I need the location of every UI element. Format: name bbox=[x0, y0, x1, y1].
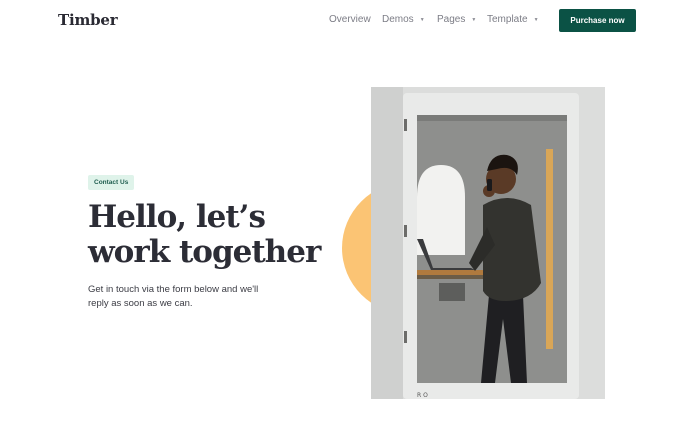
nav-item-label: Template bbox=[487, 14, 528, 25]
nav-item-template[interactable]: Template ▼ bbox=[487, 14, 539, 25]
hero-description: Get in touch via the form below and we'l… bbox=[88, 283, 258, 311]
chevron-down-icon: ▼ bbox=[471, 16, 477, 23]
hero-description-line: Get in touch via the form below and we'l… bbox=[88, 284, 259, 295]
nav-item-label: Pages bbox=[437, 14, 466, 25]
purchase-now-button[interactable]: Purchase now bbox=[559, 9, 636, 32]
page-title: Hello, let’s work together bbox=[88, 199, 321, 270]
contact-us-badge: Contact Us bbox=[88, 175, 135, 190]
chevron-down-icon: ▼ bbox=[419, 16, 425, 23]
hero-description-line: reply as soon as we can. bbox=[88, 298, 193, 309]
page-title-line: Hello, let’s bbox=[88, 199, 266, 235]
nav-item-pages[interactable]: Pages ▼ bbox=[437, 14, 476, 25]
phone-booth-illustration: R O bbox=[371, 87, 605, 399]
nav-item-demos[interactable]: Demos ▼ bbox=[382, 14, 425, 25]
page-title-line: work together bbox=[88, 234, 321, 270]
nav-item-label: Overview bbox=[329, 14, 371, 25]
hero-photo: R O bbox=[371, 87, 605, 399]
door-letters: R O bbox=[417, 392, 428, 399]
nav-item-overview[interactable]: Overview bbox=[329, 14, 371, 25]
chevron-down-icon: ▼ bbox=[533, 16, 539, 23]
site-logo[interactable]: Timber bbox=[58, 11, 118, 29]
nav-item-label: Demos bbox=[382, 14, 414, 25]
top-navigation: Timber Overview Demos ▼ Pages ▼ Template… bbox=[0, 0, 694, 40]
